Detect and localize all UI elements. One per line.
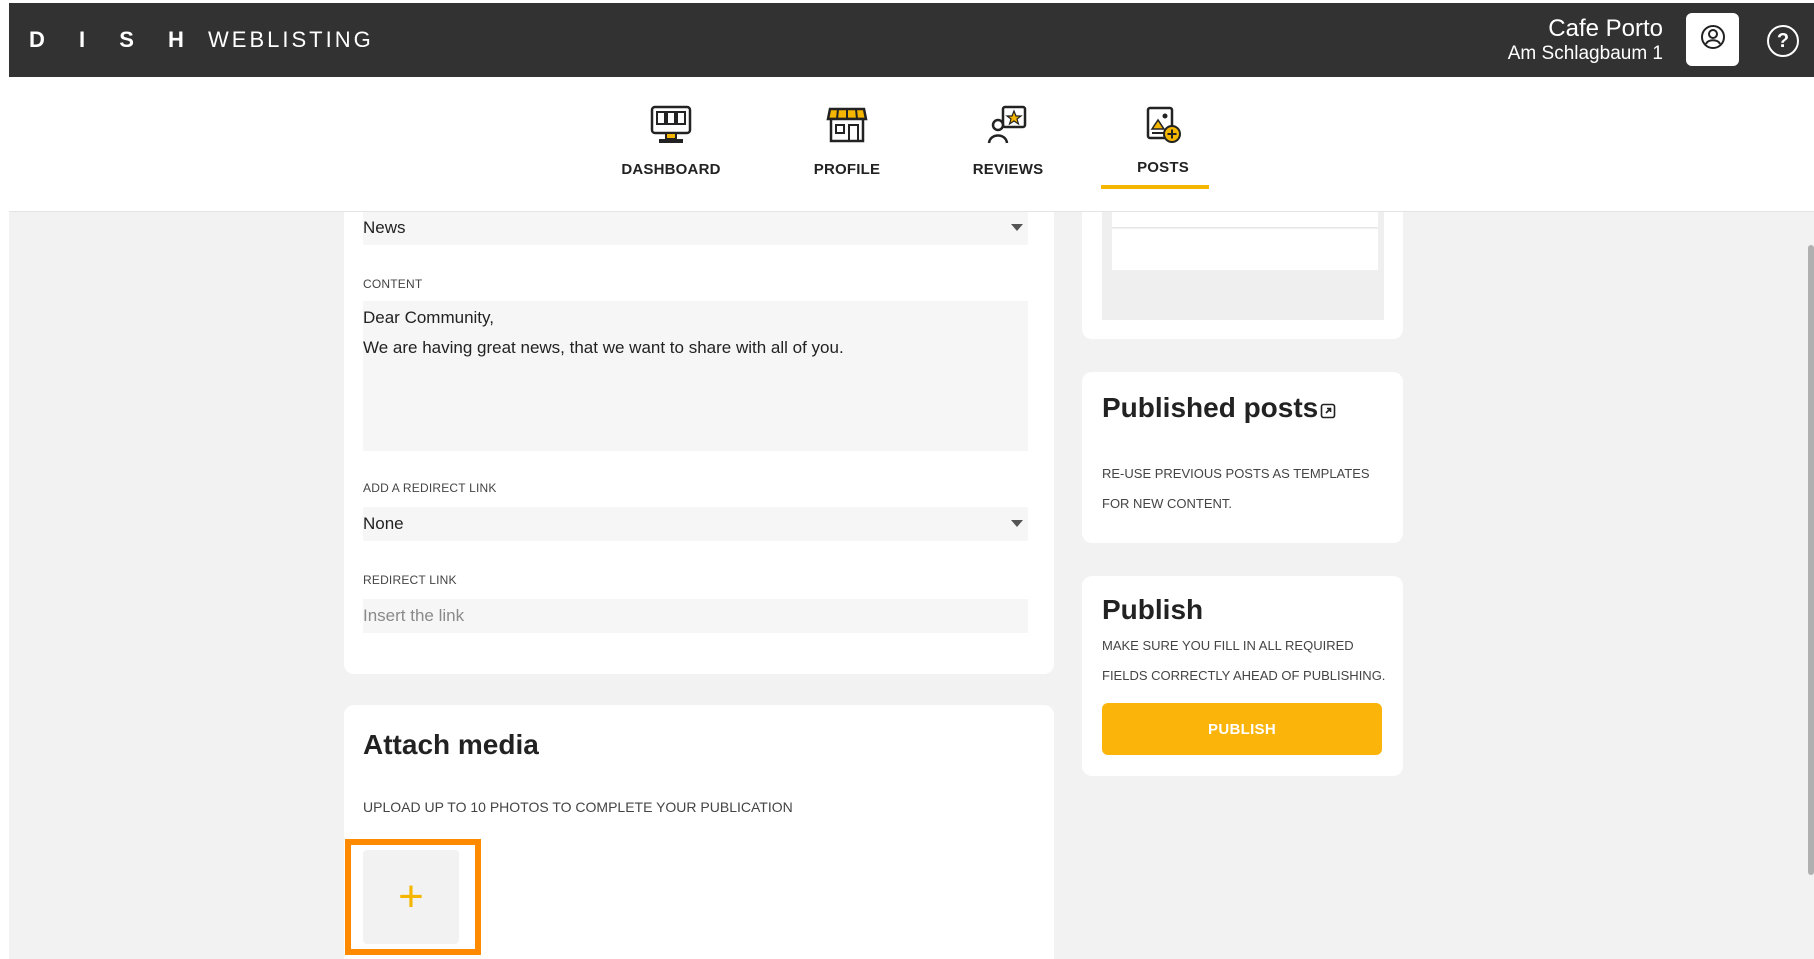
- content-label: CONTENT: [363, 277, 423, 291]
- main-nav: DASHBOARD PROFILE REVIEWS POSTS: [9, 77, 1814, 212]
- content-textarea[interactable]: Dear Community, We are having great news…: [363, 301, 1028, 451]
- logo-brand: D I S H: [29, 27, 198, 52]
- venue-address: Am Schlagbaum 1: [1507, 43, 1663, 64]
- user-circle-icon: [1700, 24, 1726, 55]
- help-button[interactable]: ?: [1767, 25, 1799, 57]
- chevron-down-icon: [1011, 520, 1023, 527]
- preview-row: [1112, 229, 1378, 270]
- top-bar: D I S H WEBLISTING Cafe Porto Am Schlagb…: [9, 3, 1814, 77]
- publish-title: Publish: [1102, 594, 1204, 625]
- tab-profile[interactable]: PROFILE: [782, 103, 912, 178]
- tab-reviews[interactable]: REVIEWS: [943, 103, 1073, 178]
- add-media-button[interactable]: +: [363, 850, 459, 944]
- content-line-1: Dear Community,: [363, 308, 494, 327]
- redirect-link-input[interactable]: Insert the link: [363, 599, 1028, 633]
- dashboard-monitor-icon: [606, 103, 736, 147]
- published-posts-title-text: Published posts: [1102, 392, 1319, 423]
- tab-posts-label: POSTS: [1137, 159, 1189, 176]
- logo[interactable]: D I S H WEBLISTING: [29, 27, 374, 53]
- tab-dashboard[interactable]: DASHBOARD: [606, 103, 736, 178]
- logo-product: WEBLISTING: [208, 27, 374, 52]
- tab-dashboard-label: DASHBOARD: [621, 161, 721, 178]
- page-scrollbar[interactable]: [1808, 245, 1814, 875]
- attach-media-card: Attach media UPLOAD UP TO 10 PHOTOS TO C…: [344, 705, 1054, 959]
- chevron-down-icon: [1011, 224, 1023, 231]
- published-posts-title[interactable]: Published posts: [1102, 392, 1336, 426]
- tab-posts[interactable]: POSTS: [1098, 103, 1228, 176]
- active-tab-indicator: [1101, 185, 1209, 189]
- post-details-card: News CONTENT Dear Community, We are havi…: [344, 153, 1054, 674]
- attach-media-subtitle: UPLOAD UP TO 10 PHOTOS TO COMPLETE YOUR …: [363, 799, 793, 815]
- published-posts-description: RE-USE PREVIOUS POSTS AS TEMPLATES FOR N…: [1102, 466, 1370, 511]
- post-type-value: News: [363, 218, 406, 237]
- redirect-link-placeholder: Insert the link: [363, 606, 465, 625]
- publish-button[interactable]: PUBLISH: [1102, 703, 1382, 755]
- content-line-2: We are having great news, that we want t…: [363, 338, 844, 357]
- user-menu-button[interactable]: [1686, 13, 1739, 66]
- posts-add-icon: [1098, 103, 1228, 147]
- redirect-type-label: ADD A REDIRECT LINK: [363, 481, 497, 495]
- help-circle-icon: ?: [1776, 29, 1790, 52]
- attach-media-title: Attach media: [363, 729, 539, 760]
- publish-card: Publish MAKE SURE YOU FILL IN ALL REQUIR…: [1082, 576, 1403, 776]
- plus-icon: +: [398, 872, 424, 921]
- published-posts-card: Published posts RE-USE PREVIOUS POSTS AS…: [1082, 372, 1403, 543]
- post-type-select[interactable]: News: [363, 211, 1028, 245]
- tab-profile-label: PROFILE: [813, 161, 881, 178]
- app-frame: D I S H WEBLISTING Cafe Porto Am Schlagb…: [9, 3, 1814, 959]
- storefront-icon: [782, 103, 912, 147]
- redirect-type-select[interactable]: None: [363, 507, 1028, 541]
- reviews-star-icon: [943, 103, 1073, 147]
- venue-info: Cafe Porto Am Schlagbaum 1: [1508, 15, 1663, 65]
- external-link-icon[interactable]: [1320, 394, 1336, 426]
- venue-name: Cafe Porto: [1548, 15, 1663, 42]
- tab-reviews-label: REVIEWS: [972, 161, 1044, 178]
- publish-description: MAKE SURE YOU FILL IN ALL REQUIRED FIELD…: [1102, 638, 1386, 683]
- redirect-type-value: None: [363, 514, 404, 533]
- redirect-link-label: REDIRECT LINK: [363, 573, 457, 587]
